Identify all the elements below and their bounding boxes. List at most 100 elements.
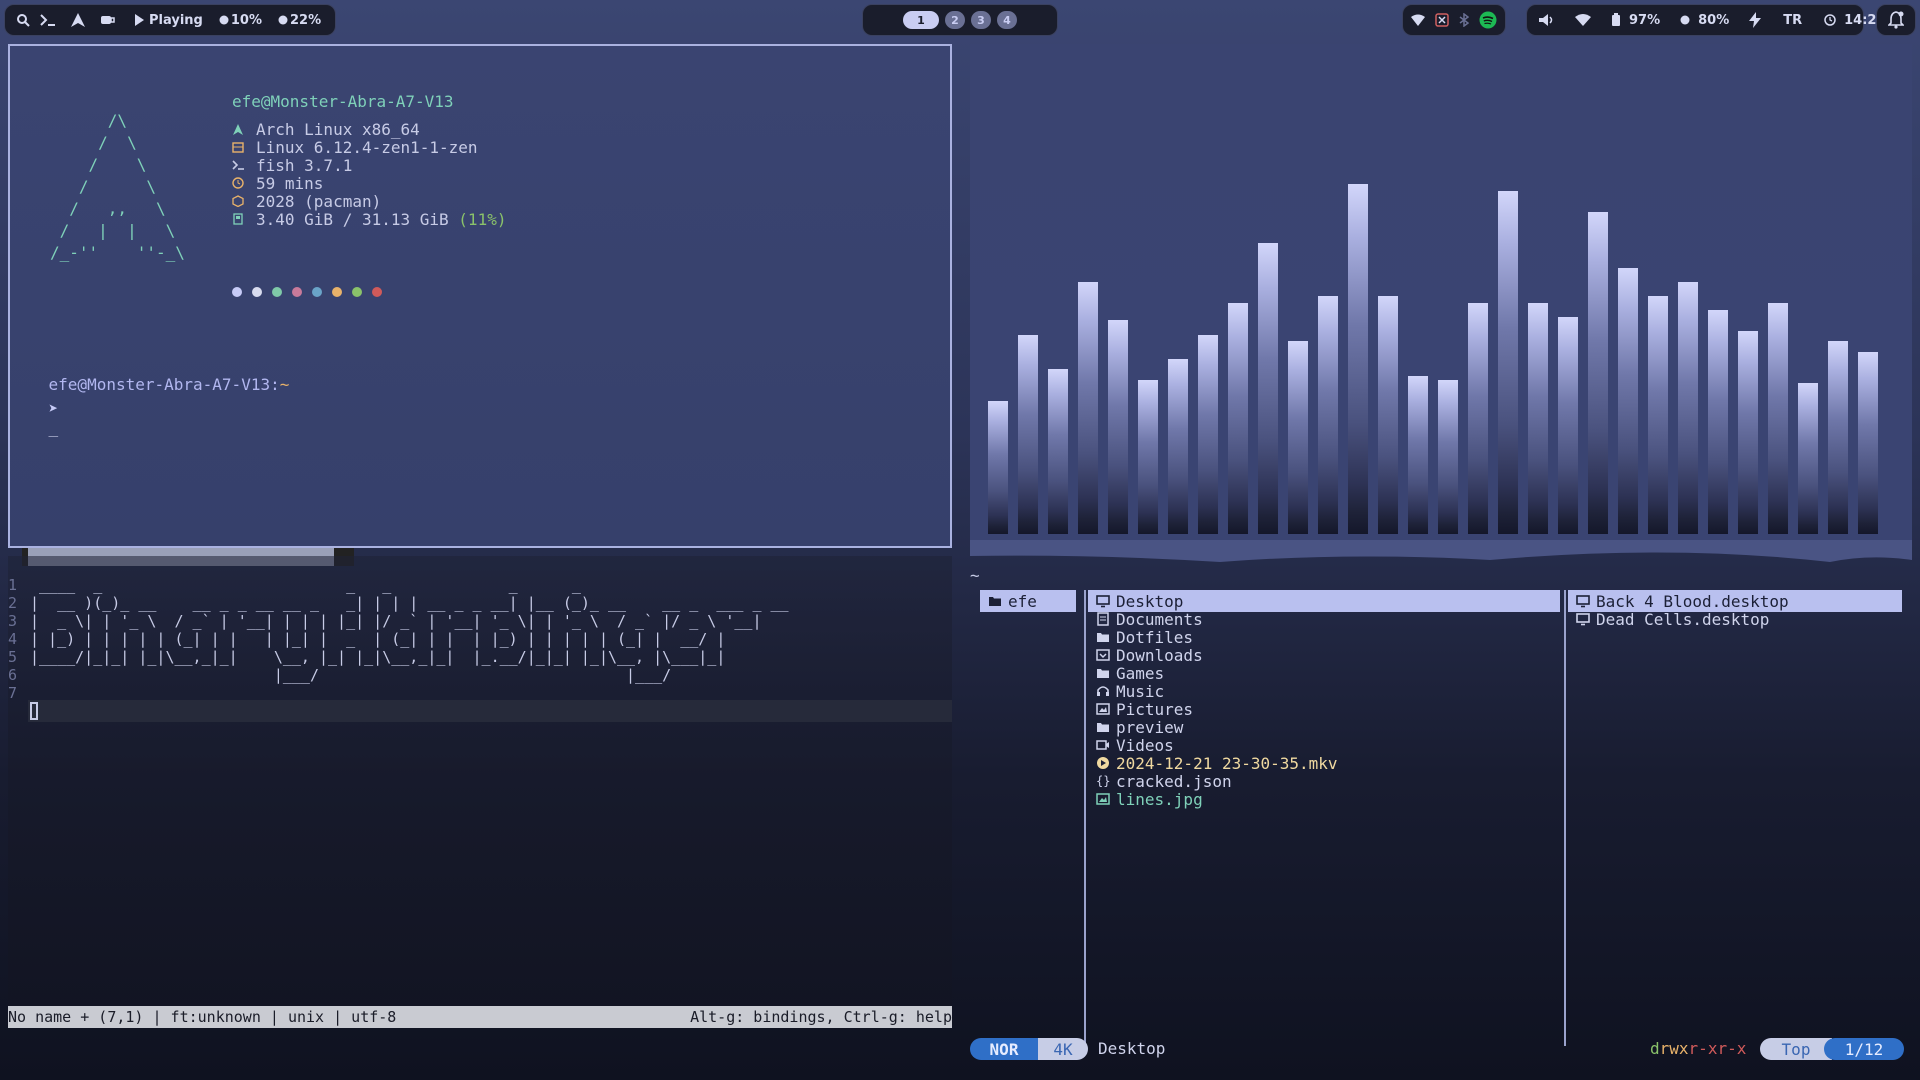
perm-rest: r-xr-x xyxy=(1688,1039,1747,1058)
visualizer-bar xyxy=(1408,376,1428,534)
power-profile-icon[interactable] xyxy=(1749,12,1762,28)
uptime-icon xyxy=(232,177,244,189)
keyboard-layout[interactable]: TR xyxy=(1783,13,1802,28)
ram-usage: 22% xyxy=(289,12,322,28)
editor-statusline: No name + (7,1) | ft:unknown | unix | ut… xyxy=(8,1006,952,1028)
visualizer-bar xyxy=(1648,296,1668,534)
file-entry[interactable]: lines.jpg xyxy=(1088,788,1560,810)
visualizer-bar xyxy=(1348,184,1368,534)
memory-percent: (11%) xyxy=(458,209,507,229)
visualizer-bar xyxy=(1288,341,1308,534)
workspace-switcher: 1234 xyxy=(862,4,1058,36)
palette-dot xyxy=(312,287,322,297)
palette-dot xyxy=(292,287,302,297)
battery-icon xyxy=(1611,13,1621,27)
visualizer-bar xyxy=(1828,341,1848,534)
left-bar: Playing 10% 22% xyxy=(4,4,336,36)
visualizer-bar xyxy=(1258,243,1278,534)
perm-owner: rwx xyxy=(1659,1039,1689,1058)
workspace-4[interactable]: 4 xyxy=(997,11,1017,29)
code-line: |___/ |___/ xyxy=(30,666,672,684)
cpu-usage: 10% xyxy=(230,12,262,28)
count-badge: 1/12 xyxy=(1824,1038,1904,1060)
prompt-symbol: ➤ xyxy=(48,399,59,418)
perm-dir: d xyxy=(1650,1039,1660,1058)
parent-entry[interactable]: efe xyxy=(980,590,1076,612)
spotify-icon[interactable] xyxy=(1479,11,1497,29)
music-icon xyxy=(1097,686,1109,696)
notification-button[interactable] xyxy=(1876,4,1916,36)
file-name: efe xyxy=(1008,591,1037,611)
visualizer-bar xyxy=(1138,380,1158,534)
input-line[interactable]: ➤ _ xyxy=(10,380,59,456)
desktop-file-icon xyxy=(1576,613,1590,626)
svg-text:{}: {} xyxy=(1096,774,1110,788)
arch-icon xyxy=(233,124,243,135)
media-status[interactable]: Playing xyxy=(149,13,203,28)
documents-icon xyxy=(1097,612,1109,626)
statusline-right: Alt-g: bindings, Ctrl-g: help xyxy=(690,1008,952,1026)
preview-column: Back 4 Blood.desktop Dead Cells.desktop xyxy=(1568,566,1902,1026)
network-disconnect-icon[interactable] xyxy=(1435,13,1449,27)
visualizer-bar xyxy=(1798,383,1818,534)
size-badge: 4K xyxy=(1038,1038,1088,1060)
arch-icon[interactable] xyxy=(63,13,93,27)
line-number: 7 xyxy=(8,684,18,702)
code-line: |____/|_|_| |_|\__,_|_| \__, |_| |_|\__,… xyxy=(30,648,726,666)
speaker-icon[interactable] xyxy=(1539,13,1555,27)
file-manager[interactable]: ~ efe Desktop Documents Dotfiles Downloads G… xyxy=(970,566,1912,1066)
terminal-cursor: _ xyxy=(48,418,59,437)
editor-window[interactable]: 1234567 ____ _ _ _ _ _ | __ )(_)_ __ __ _… xyxy=(8,556,952,1028)
block-cursor xyxy=(30,702,38,720)
mode-badge: NOR xyxy=(970,1038,1038,1060)
wifi-tray-icon[interactable] xyxy=(1411,14,1425,26)
terminal-window[interactable]: /\ / \ / \ / \ / ,, \ / | | \ /_-'' ''-_… xyxy=(8,44,952,548)
kernel-icon xyxy=(232,142,244,153)
visualizer-bar xyxy=(1858,352,1878,534)
brightness-level: 80% xyxy=(1698,12,1730,28)
visualizer-bar xyxy=(1678,282,1698,534)
visualizer-bar xyxy=(1078,282,1098,534)
terminal-icon[interactable] xyxy=(33,14,63,26)
visualizer-bar xyxy=(988,401,1008,534)
visualizer-bar xyxy=(1108,320,1128,534)
file-entry[interactable]: Dead Cells.desktop xyxy=(1568,608,1902,630)
fetch-value: 3.40 GiB / 31.13 GiB xyxy=(256,209,459,229)
palette-dot xyxy=(252,287,262,297)
color-palette xyxy=(232,287,382,297)
bluetooth-icon[interactable] xyxy=(1459,13,1469,27)
column-divider xyxy=(1084,590,1086,1046)
visualizer-bar xyxy=(1198,335,1218,534)
workspace-3[interactable]: 3 xyxy=(971,11,991,29)
folder-icon xyxy=(1097,633,1109,642)
visualizer-bar xyxy=(1708,310,1728,534)
pictures-icon xyxy=(1096,703,1110,715)
play-icon[interactable] xyxy=(129,14,149,26)
position-badge: Top xyxy=(1760,1038,1832,1060)
brightness-icon xyxy=(1680,15,1690,25)
search-icon[interactable] xyxy=(13,13,33,27)
fetch-host: efe@Monster-Abra-A7-V13 xyxy=(232,92,454,111)
visualizer-bar xyxy=(1018,335,1038,534)
permissions: drwxr-xr-x xyxy=(1650,1039,1746,1058)
cursor-line xyxy=(28,700,952,722)
visualizer-bar xyxy=(1468,303,1488,534)
workspace-2[interactable]: 2 xyxy=(945,11,965,29)
wifi-icon[interactable] xyxy=(1575,14,1591,26)
code-line: | __ )(_)_ __ __ _ _ __ __ _ _| | | | __… xyxy=(30,594,789,612)
current-column: Desktop Documents Dotfiles Downloads Games Mu… xyxy=(1088,566,1560,1026)
memory-icon xyxy=(233,213,243,225)
video-file-icon xyxy=(1097,757,1109,769)
palette-dot xyxy=(232,287,242,297)
palette-dot xyxy=(352,287,362,297)
videos-icon xyxy=(1096,740,1109,750)
bell-icon[interactable] xyxy=(1888,11,1904,29)
fm-path: ~ xyxy=(970,566,980,585)
line-number: 3 xyxy=(8,612,18,630)
clock-icon xyxy=(1824,14,1836,26)
json-icon: {} xyxy=(1096,774,1110,788)
shell-icon xyxy=(232,160,244,170)
visualizer-bar xyxy=(1558,317,1578,534)
coffee-icon[interactable] xyxy=(93,13,123,27)
workspace-1[interactable]: 1 xyxy=(903,11,939,29)
